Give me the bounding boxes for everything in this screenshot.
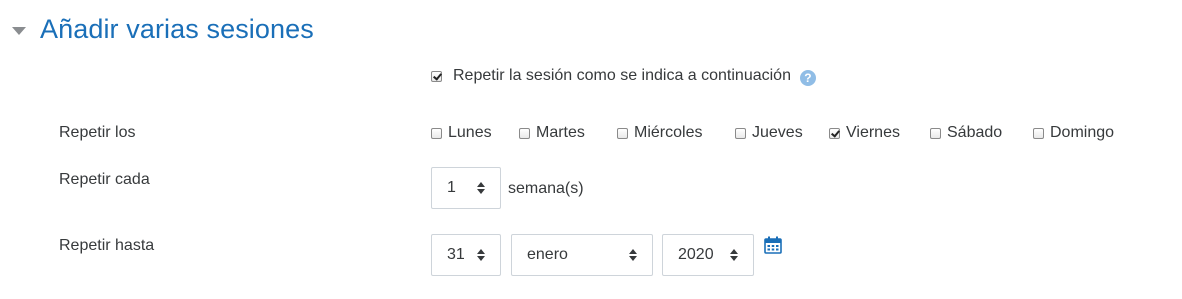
updown-arrows-icon: [477, 249, 485, 261]
day-thursday[interactable]: Jueves: [735, 124, 829, 142]
day-sunday-label[interactable]: Domingo: [1050, 124, 1114, 142]
updown-arrows-icon: [477, 182, 485, 194]
day-saturday-label[interactable]: Sábado: [947, 124, 1002, 142]
day-saturday-checkbox[interactable]: [930, 127, 941, 139]
days-row: Lunes Martes Miércoles Jueves Viernes Sá…: [431, 124, 1133, 142]
repeat-until-month-select[interactable]: enero: [511, 234, 653, 276]
section-title[interactable]: Añadir varias sesiones: [40, 14, 314, 45]
repeat-until-label: Repetir hasta: [59, 237, 155, 254]
repeat-until-month-value: enero: [527, 246, 568, 263]
question-circle-icon[interactable]: ?: [799, 70, 816, 86]
day-thursday-label[interactable]: Jueves: [752, 124, 803, 142]
calendar-icon[interactable]: [764, 236, 782, 254]
repeat-until-day-select[interactable]: 31: [431, 234, 501, 276]
updown-arrows-icon: [629, 249, 637, 261]
day-saturday[interactable]: Sábado: [930, 124, 1033, 142]
day-tuesday[interactable]: Martes: [519, 124, 617, 142]
day-monday-checkbox[interactable]: [431, 127, 442, 139]
day-monday-label[interactable]: Lunes: [448, 124, 492, 142]
repeat-every-value: 1: [447, 179, 456, 196]
repeat-until-year-select[interactable]: 2020: [662, 234, 754, 276]
repeat-session-row: Repetir la sesión como se indica a conti…: [431, 66, 816, 86]
day-sunday-checkbox[interactable]: [1033, 127, 1044, 139]
day-tuesday-checkbox[interactable]: [519, 127, 530, 139]
repeat-every-select[interactable]: 1: [431, 167, 501, 209]
day-friday-label[interactable]: Viernes: [846, 124, 900, 142]
caret-down-icon[interactable]: [12, 26, 26, 35]
repeat-until-day-value: 31: [447, 246, 465, 263]
repeat-until-year-value: 2020: [678, 246, 714, 263]
day-wednesday[interactable]: Miércoles: [617, 124, 735, 142]
day-monday[interactable]: Lunes: [431, 124, 519, 142]
day-friday-checkbox[interactable]: [829, 127, 840, 139]
repeat-every-unit: semana(s): [508, 180, 584, 197]
repeat-session-label[interactable]: Repetir la sesión como se indica a conti…: [453, 67, 791, 85]
repeat-on-label: Repetir los: [59, 124, 136, 141]
day-tuesday-label[interactable]: Martes: [536, 124, 585, 142]
form-page: Añadir varias sesiones Repetir la sesión…: [0, 0, 1182, 299]
repeat-session-checkbox[interactable]: [431, 70, 442, 82]
section-header[interactable]: Añadir varias sesiones: [12, 14, 314, 45]
repeat-every-label: Repetir cada: [59, 171, 150, 188]
day-sunday[interactable]: Domingo: [1033, 124, 1133, 142]
day-wednesday-checkbox[interactable]: [617, 127, 628, 139]
day-wednesday-label[interactable]: Miércoles: [634, 124, 702, 142]
updown-arrows-icon: [730, 249, 738, 261]
day-thursday-checkbox[interactable]: [735, 127, 746, 139]
day-friday[interactable]: Viernes: [829, 124, 930, 142]
